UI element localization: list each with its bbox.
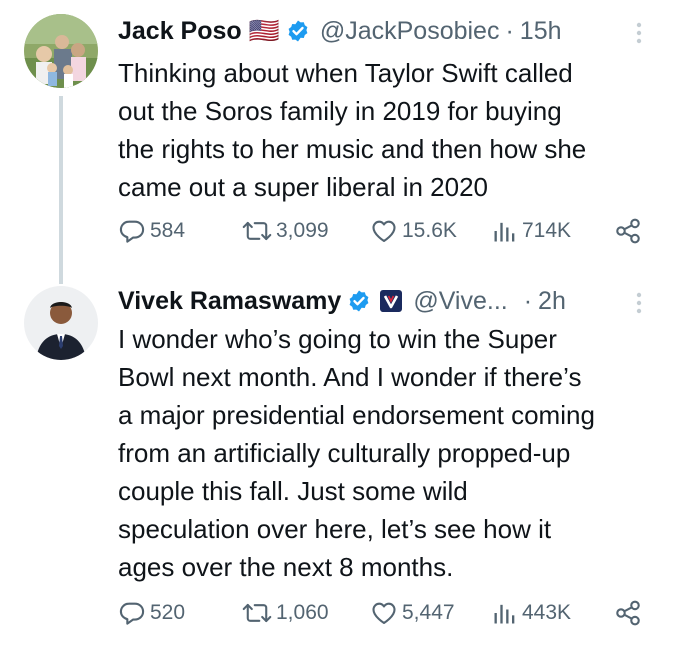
text-line: a major presidential endorsement coming [118,400,595,430]
action-bar: 584 3,099 15.6K 714K [118,214,648,248]
reply-icon [119,220,145,243]
share-icon [616,600,640,626]
reply-button[interactable]: 584 [118,214,185,248]
affiliate-badge-icon[interactable] [379,289,403,313]
views-icon [494,604,515,624]
share-icon [616,218,640,244]
handle[interactable]: @JackPosobiec [320,17,500,46]
tweet-text: Thinking about when Taylor Swift called … [118,54,668,206]
more-icon[interactable] [636,22,642,49]
more-icon[interactable] [636,292,642,319]
reply-count: 584 [150,219,186,242]
retweet-icon [242,221,272,241]
text-line: out the Soros family in 2019 for buying [118,96,562,126]
handle[interactable]: @Vive... [413,287,507,316]
views-button[interactable]: 714K [492,214,571,248]
verified-icon [347,289,371,313]
like-button[interactable]: 15.6K [370,214,457,248]
like-icon [372,602,396,624]
avatar[interactable] [24,14,98,88]
reply-icon [119,602,145,625]
tweet-jack-poso[interactable]: Jack Poso 🇺🇸 @JackPosobiec · 15h Thinkin… [0,0,680,284]
text-line: from an artificially culturally propped-… [118,438,571,468]
views-button[interactable]: 443K [492,596,571,630]
text-line: Thinking about when Taylor Swift called [118,58,573,88]
timestamp[interactable]: 15h [520,17,562,46]
text-line: speculation over here, let’s see how it [118,514,552,544]
text-line: the rights to her music and then how she [118,134,587,164]
reply-count: 520 [150,601,186,624]
flag-emoji: 🇺🇸 [248,16,280,45]
retweet-button[interactable]: 3,099 [242,214,329,248]
text-line: ages over the next 8 months. [118,552,454,582]
views-icon [494,222,515,242]
retweet-icon [242,603,272,623]
thread-line [59,96,63,284]
verified-icon [286,19,310,43]
like-icon [372,220,396,242]
tweet-text: I wonder who’s going to win the Super Bo… [118,320,668,586]
share-button[interactable] [614,596,646,630]
text-line: Bowl next month. And I wonder if there’s [118,362,582,392]
text-line: came out a super liberal in 2020 [118,172,489,202]
action-bar: 520 1,060 5,447 443K [118,596,648,630]
tweet-header: Jack Poso 🇺🇸 @JackPosobiec · 15h [118,13,562,49]
retweet-button[interactable]: 1,060 [242,596,329,630]
tweet-header: Vivek Ramaswamy @Vive... · 2h [118,283,566,319]
display-name[interactable]: Vivek Ramaswamy [118,287,341,316]
text-line: I wonder who’s going to win the Super [118,324,557,354]
tweet-vivek-ramaswamy[interactable]: Vivek Ramaswamy @Vive... · 2h I wonder w… [0,280,680,648]
like-count: 5,447 [402,601,455,624]
family-photo [24,14,98,88]
like-button[interactable]: 5,447 [370,596,455,630]
view-count: 714K [522,219,572,242]
retweet-count: 1,060 [276,601,329,624]
separator-dot: · [523,286,533,315]
like-count: 15.6K [402,219,457,242]
share-button[interactable] [614,214,646,248]
retweet-count: 3,099 [276,219,329,242]
view-count: 443K [522,601,572,624]
reply-button[interactable]: 520 [118,596,185,630]
avatar[interactable] [24,286,98,360]
portrait-photo [24,286,98,360]
timestamp[interactable]: 2h [538,287,566,316]
display-name[interactable]: Jack Poso [118,17,242,46]
text-line: couple this fall. Just some wild [118,476,468,506]
separator-dot: · [505,16,514,45]
